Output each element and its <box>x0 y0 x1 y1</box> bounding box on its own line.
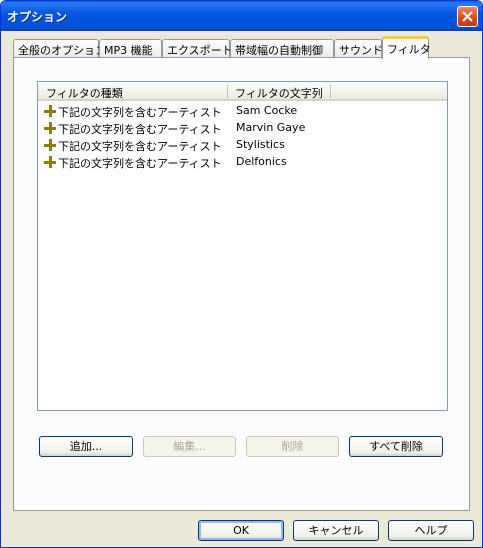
filter-panel: フィルタの種類 フィルタの文字列 下記の文字列を含むアーティスト Sam Coc… <box>13 57 470 511</box>
column-header-type[interactable]: フィルタの種類 <box>46 85 123 101</box>
close-button[interactable] <box>457 6 478 27</box>
filter-string: Sam Cocke <box>236 104 298 117</box>
filter-list[interactable]: フィルタの種類 フィルタの文字列 下記の文字列を含むアーティスト Sam Coc… <box>37 81 448 411</box>
tab-filter[interactable]: フィルタ <box>382 36 431 59</box>
window-title: オプション <box>7 10 68 24</box>
list-item[interactable]: 下記の文字列を含むアーティスト Sam Cocke <box>42 103 442 120</box>
list-item[interactable]: 下記の文字列を含むアーティスト Stylistics <box>42 137 442 154</box>
column-divider[interactable] <box>227 85 228 98</box>
help-button[interactable]: ヘルプ <box>388 520 474 541</box>
ok-button[interactable]: OK <box>198 520 284 541</box>
filter-string: Delfonics <box>236 155 287 168</box>
filter-type: 下記の文字列を含むアーティスト <box>58 157 222 170</box>
filter-type: 下記の文字列を含むアーティスト <box>58 106 222 119</box>
column-divider[interactable] <box>330 85 331 98</box>
filter-type: 下記の文字列を含むアーティスト <box>58 123 222 136</box>
delete-button[interactable]: 削除 <box>246 436 339 457</box>
add-button[interactable]: 追加... <box>39 436 133 457</box>
delete-all-button[interactable]: すべて削除 <box>349 436 443 457</box>
cancel-button[interactable]: キャンセル <box>293 520 379 541</box>
plus-icon <box>44 105 56 117</box>
edit-button[interactable]: 編集... <box>143 436 236 457</box>
tab-bandwidth[interactable]: 帯域幅の自動制御 <box>230 39 334 57</box>
plus-icon <box>44 156 56 168</box>
list-item[interactable]: 下記の文字列を含むアーティスト Delfonics <box>42 154 442 171</box>
title-bar[interactable]: オプション <box>1 1 482 31</box>
options-dialog: オプション 全般のオプション MP3 機能 エクスポート 帯域幅の自動制御 サウ… <box>0 0 483 548</box>
plus-icon <box>44 139 56 151</box>
filter-string: Stylistics <box>236 138 285 151</box>
tab-export[interactable]: エクスポート <box>162 39 233 57</box>
list-header: フィルタの種類 フィルタの文字列 <box>38 82 447 101</box>
close-icon <box>462 11 473 22</box>
column-header-string[interactable]: フィルタの文字列 <box>235 85 323 101</box>
plus-icon <box>44 122 56 134</box>
tab-general[interactable]: 全般のオプション <box>13 39 106 57</box>
list-item[interactable]: 下記の文字列を含むアーティスト Marvin Gaye <box>42 120 442 137</box>
tab-sound[interactable]: サウンド <box>334 39 383 57</box>
filter-string: Marvin Gaye <box>236 121 306 134</box>
filter-type: 下記の文字列を含むアーティスト <box>58 140 222 153</box>
tab-mp3[interactable]: MP3 機能 <box>99 39 162 57</box>
